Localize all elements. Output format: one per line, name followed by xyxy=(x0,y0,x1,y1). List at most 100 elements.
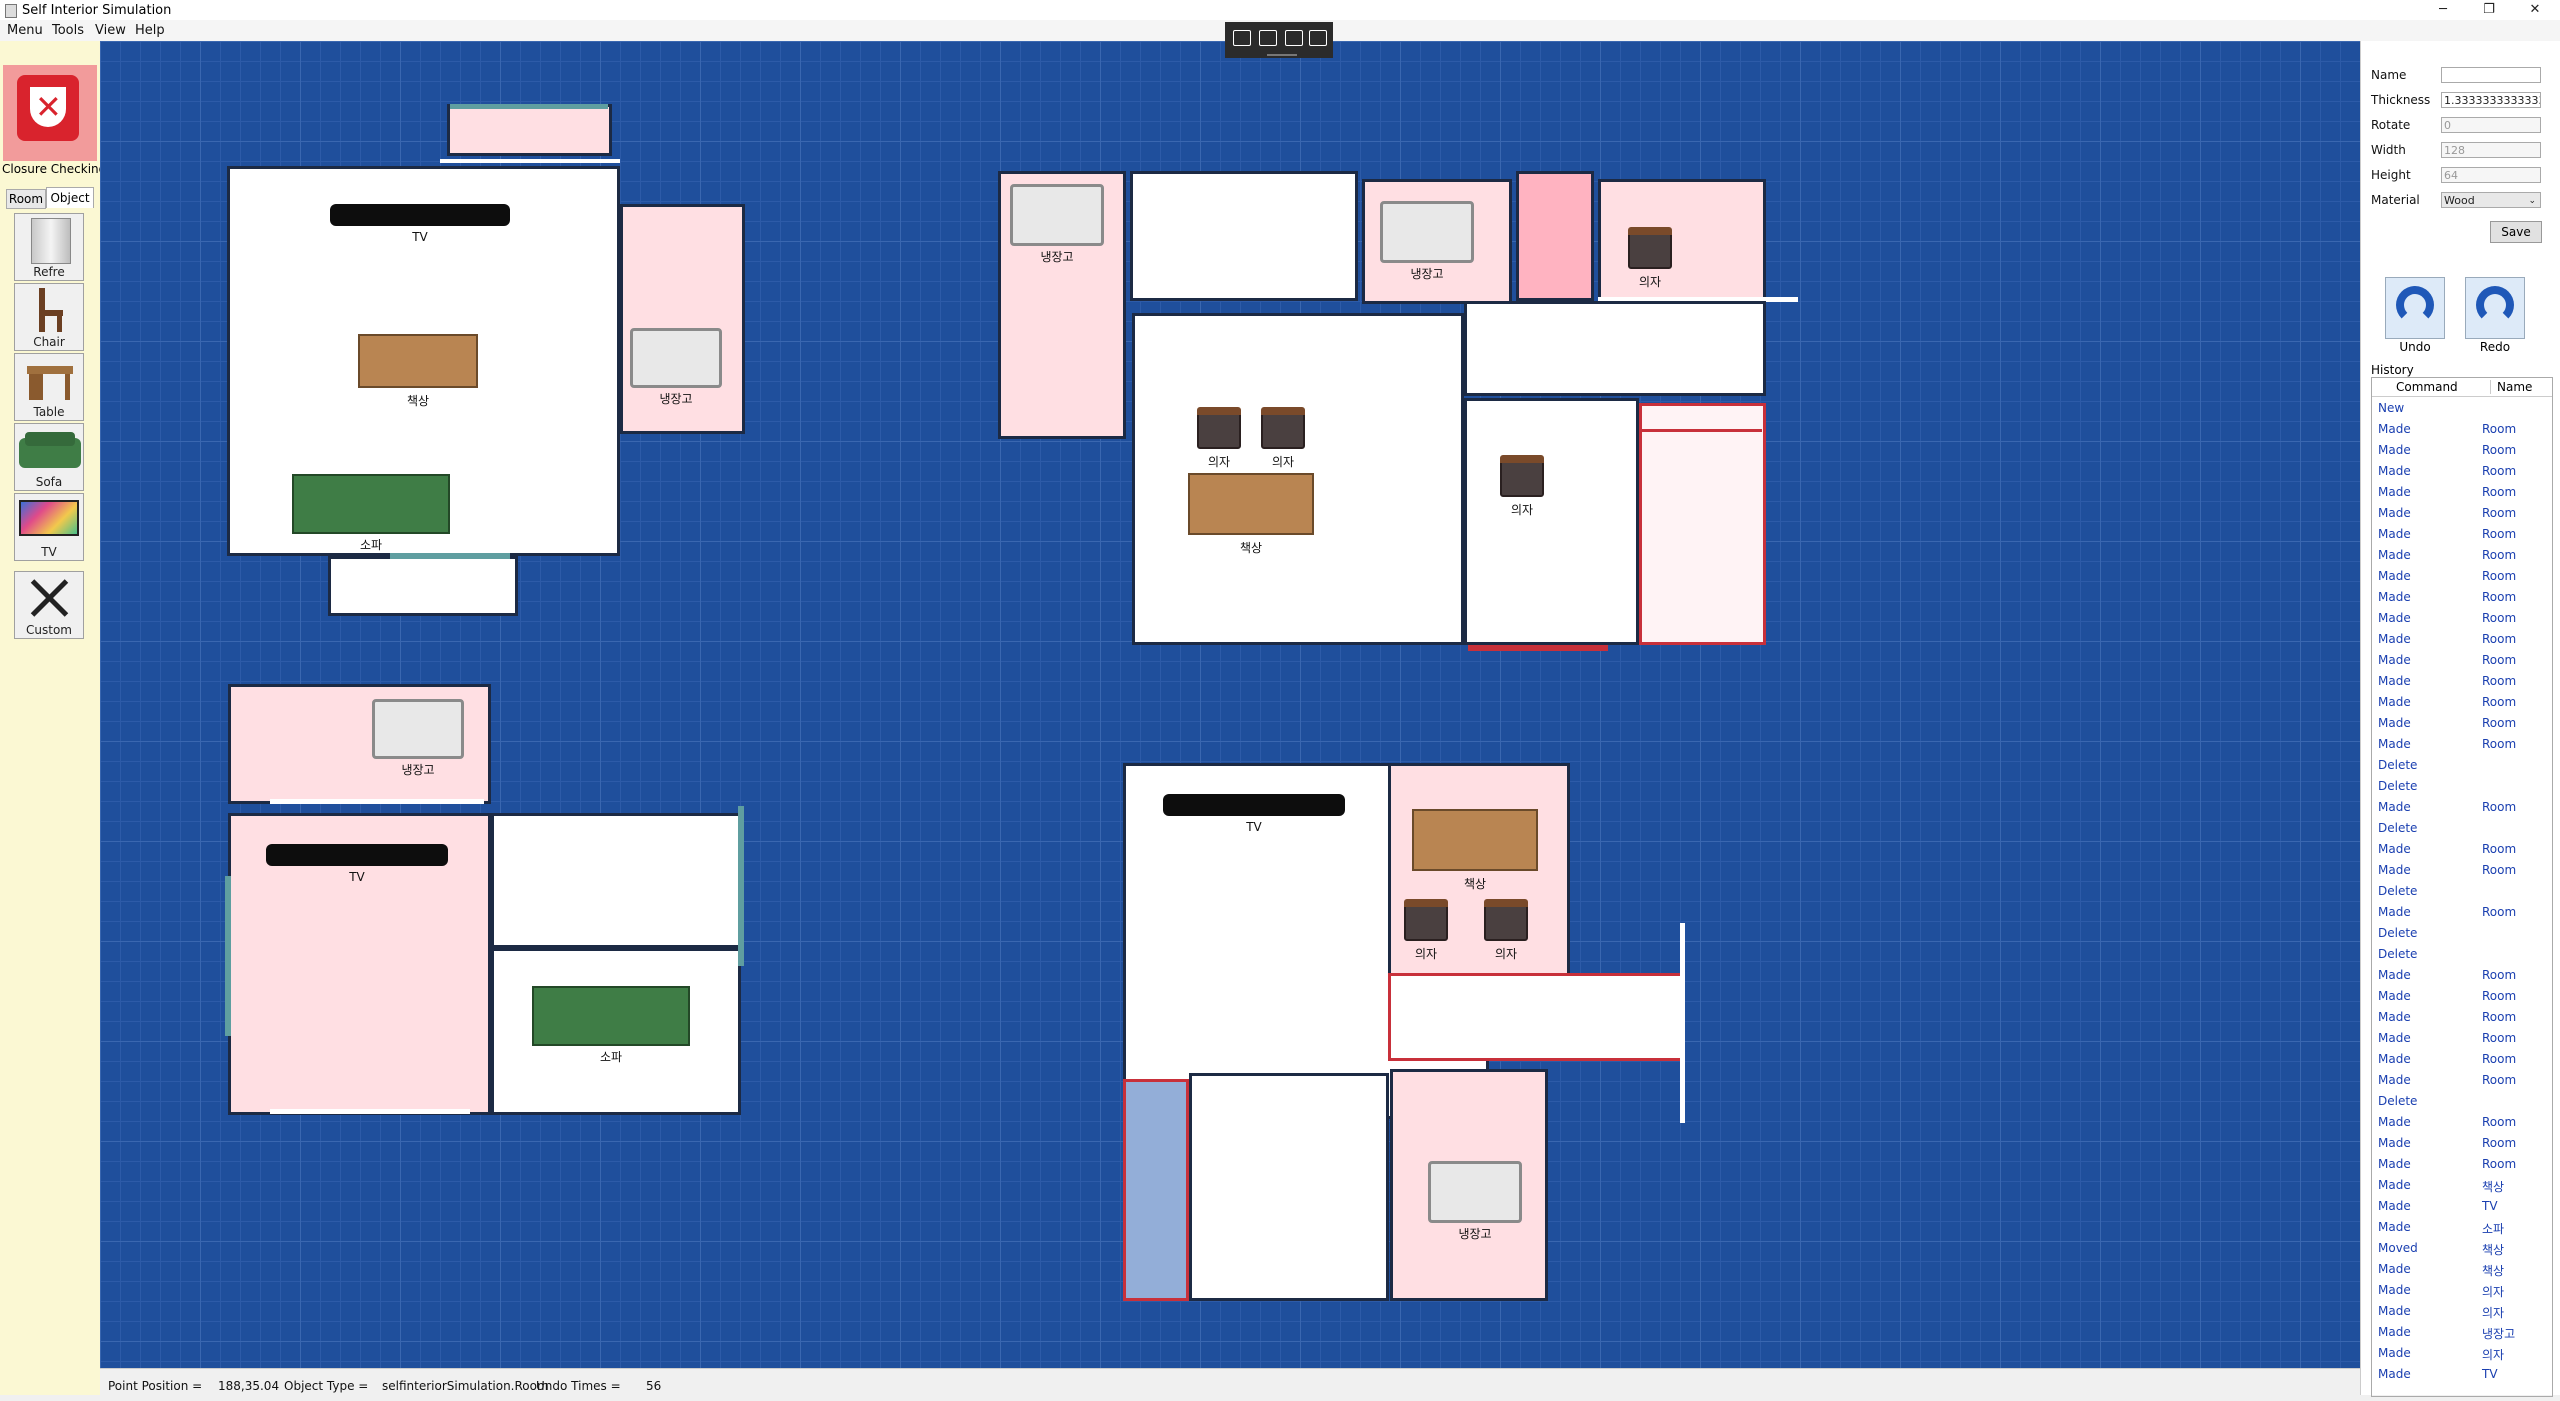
sofa-object[interactable]: 소파 xyxy=(532,986,690,1064)
history-row[interactable]: Made Room xyxy=(2372,461,2552,482)
history-row[interactable]: Made Room xyxy=(2372,1028,2552,1049)
close-button[interactable]: ✕ xyxy=(2512,0,2558,20)
refrigerator-object[interactable]: 냉장고 xyxy=(1428,1161,1522,1241)
height-field[interactable]: 64 xyxy=(2441,167,2541,183)
chair-object[interactable]: 의자 xyxy=(1404,899,1448,961)
tv-object[interactable]: TV xyxy=(330,204,510,244)
custom-button[interactable]: Custom xyxy=(14,571,84,639)
history-row[interactable]: Made Room xyxy=(2372,440,2552,461)
room[interactable] xyxy=(1464,301,1766,396)
command-column-header[interactable]: Command xyxy=(2396,380,2458,394)
redo-button[interactable] xyxy=(2465,277,2525,339)
history-row[interactable]: Made Room xyxy=(2372,1007,2552,1028)
history-row[interactable]: Made Room xyxy=(2372,419,2552,440)
history-row[interactable]: Made 의자 xyxy=(2372,1343,2552,1364)
history-row[interactable]: Made 의자 xyxy=(2372,1280,2552,1301)
drag-handle[interactable] xyxy=(1267,54,1297,56)
history-row[interactable]: Delete xyxy=(2372,881,2552,902)
history-row[interactable]: Made Room xyxy=(2372,671,2552,692)
history-row[interactable]: Made Room xyxy=(2372,524,2552,545)
history-row[interactable]: Made Room xyxy=(2372,503,2552,524)
room[interactable] xyxy=(1130,171,1358,301)
sofa-button[interactable]: Sofa xyxy=(14,423,84,491)
chair-object[interactable]: 의자 xyxy=(1500,455,1544,517)
history-row[interactable]: Made TV xyxy=(2372,1196,2552,1217)
desk-object[interactable]: 책상 xyxy=(1412,809,1538,891)
history-row[interactable]: Made TV xyxy=(2372,1364,2552,1385)
history-row[interactable]: Made Room xyxy=(2372,587,2552,608)
width-field[interactable]: 128 xyxy=(2441,142,2541,158)
room[interactable] xyxy=(447,104,612,156)
history-row[interactable]: Made Room xyxy=(2372,650,2552,671)
menu-view[interactable]: View xyxy=(95,23,126,38)
tv-object[interactable]: TV xyxy=(266,844,448,884)
history-row[interactable]: Made Room xyxy=(2372,1049,2552,1070)
name-field[interactable] xyxy=(2441,67,2541,83)
material-select[interactable]: Wood ⌄ xyxy=(2441,192,2541,208)
table-button[interactable]: Table xyxy=(14,353,84,421)
history-row[interactable]: Made Room xyxy=(2372,1154,2552,1175)
room[interactable] xyxy=(1516,171,1594,301)
room[interactable] xyxy=(328,556,518,616)
history-row[interactable]: Made 책상 xyxy=(2372,1175,2552,1196)
history-row[interactable]: Made Room xyxy=(2372,860,2552,881)
desk-object[interactable]: 책상 xyxy=(358,334,478,408)
history-row[interactable]: Made Room xyxy=(2372,902,2552,923)
room[interactable] xyxy=(491,813,741,948)
history-row[interactable]: Made Room xyxy=(2372,692,2552,713)
refrigerator-object[interactable]: 냉장고 xyxy=(1380,201,1474,281)
history-row[interactable]: Delete xyxy=(2372,755,2552,776)
chair-button[interactable]: Chair xyxy=(14,283,84,351)
history-row[interactable]: Made 의자 xyxy=(2372,1301,2552,1322)
history-row[interactable]: Made Room xyxy=(2372,482,2552,503)
desk-object[interactable]: 책상 xyxy=(1188,473,1314,555)
refrigerator-object[interactable]: 냉장고 xyxy=(1010,184,1104,264)
history-list[interactable]: Command Name New Made Room Made Room Made Room… xyxy=(2371,377,2553,1397)
history-row[interactable]: Made Room xyxy=(2372,1112,2552,1133)
history-row[interactable]: Made Room xyxy=(2372,545,2552,566)
chair-object[interactable]: 의자 xyxy=(1484,899,1528,961)
undo-button[interactable] xyxy=(2385,277,2445,339)
select-icon[interactable] xyxy=(1259,30,1277,46)
history-row[interactable]: Made Room xyxy=(2372,839,2552,860)
history-row[interactable]: Made Room xyxy=(2372,713,2552,734)
move-icon[interactable] xyxy=(1309,30,1327,46)
room[interactable] xyxy=(1388,973,1684,1061)
menu-tools[interactable]: Tools xyxy=(52,23,84,38)
refrigerator-object[interactable]: 냉장고 xyxy=(372,699,464,777)
room[interactable] xyxy=(1189,1073,1389,1301)
refrigerator-object[interactable]: 냉장고 xyxy=(630,328,722,406)
menu-help[interactable]: Help xyxy=(135,23,165,38)
history-row[interactable]: Delete xyxy=(2372,944,2552,965)
refrigerator-button[interactable]: Refre xyxy=(14,213,84,281)
frame-icon[interactable] xyxy=(1285,30,1303,46)
maximize-button[interactable]: ❐ xyxy=(2466,0,2512,20)
history-row[interactable]: Made Room xyxy=(2372,797,2552,818)
tab-object[interactable]: Object xyxy=(46,187,94,208)
room[interactable] xyxy=(1123,1079,1189,1301)
history-row[interactable]: Delete xyxy=(2372,1091,2552,1112)
name-column-header[interactable]: Name xyxy=(2490,380,2532,394)
closure-check-button[interactable] xyxy=(3,65,97,161)
chair-object[interactable]: 의자 xyxy=(1197,407,1241,469)
floorplan-canvas[interactable]: TV 책상 소파 냉장고 냉장고 냉장고 의자 의자 의자 의자 책상 냉장고 … xyxy=(100,41,2360,1368)
history-row[interactable]: Made 냉장고 xyxy=(2372,1322,2552,1343)
tab-room[interactable]: Room xyxy=(6,189,46,209)
history-row[interactable]: Made Room xyxy=(2372,986,2552,1007)
history-row[interactable]: Delete xyxy=(2372,923,2552,944)
room[interactable] xyxy=(1464,398,1639,645)
sofa-object[interactable]: 소파 xyxy=(292,474,450,552)
tv-object[interactable]: TV xyxy=(1163,794,1345,834)
history-row[interactable]: New xyxy=(2372,398,2552,419)
history-row[interactable]: Made Room xyxy=(2372,965,2552,986)
chair-object[interactable]: 의자 xyxy=(1628,227,1672,289)
thickness-field[interactable]: 1.3333333333333 xyxy=(2441,92,2541,108)
history-row[interactable]: Delete xyxy=(2372,818,2552,839)
history-row[interactable]: Made 책상 xyxy=(2372,1259,2552,1280)
minimize-button[interactable]: ─ xyxy=(2420,0,2466,20)
edit-icon[interactable] xyxy=(1233,30,1251,46)
menu-menu[interactable]: Menu xyxy=(7,23,43,38)
tv-button[interactable]: TV xyxy=(14,493,84,561)
history-row[interactable]: Made Room xyxy=(2372,734,2552,755)
history-row[interactable]: Made Room xyxy=(2372,566,2552,587)
